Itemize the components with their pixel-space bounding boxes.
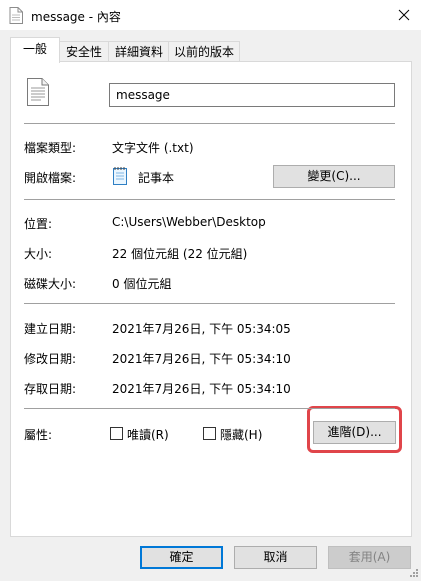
hidden-label[interactable]: 隱藏(H)	[220, 426, 262, 443]
location-label: 位置:	[24, 217, 53, 231]
general-panel	[10, 61, 412, 537]
tab-label: 安全性	[65, 45, 102, 59]
resize-grip[interactable]	[408, 567, 419, 581]
location-value: C:\Users\Webber\Desktop	[112, 215, 266, 229]
file-type-label: 檔案類型:	[24, 141, 77, 155]
hidden-checkbox[interactable]	[203, 427, 216, 440]
opens-with-label: 開啟檔案:	[24, 171, 77, 185]
disk-size-value: 0 個位元組	[112, 277, 172, 291]
file-icon	[9, 7, 23, 27]
tab-security[interactable]: 安全性	[58, 41, 110, 62]
window-title: message - 內容	[31, 10, 121, 24]
size-value: 22 個位元組 (22 位元組)	[112, 247, 248, 261]
tab-details[interactable]: 詳細資料	[108, 41, 170, 62]
notepad-icon	[111, 166, 129, 189]
modified-label: 修改日期:	[24, 352, 77, 366]
readonly-label[interactable]: 唯讀(R)	[127, 426, 169, 443]
tab-label: 詳細資料	[114, 45, 163, 59]
cancel-button[interactable]: 取消	[234, 546, 317, 569]
divider	[24, 199, 395, 200]
file-name-input[interactable]	[109, 83, 395, 107]
opens-with-value: 記事本	[138, 171, 175, 185]
disk-size-label: 磁碟大小:	[24, 277, 77, 291]
created-label: 建立日期:	[24, 322, 77, 336]
created-value: 2021年7月26日, 下午 05:34:05	[112, 322, 291, 336]
close-icon	[398, 9, 410, 21]
accessed-value: 2021年7月26日, 下午 05:34:10	[112, 382, 291, 396]
tab-label: 以前的版本	[173, 45, 234, 59]
divider	[24, 303, 395, 304]
modified-value: 2021年7月26日, 下午 05:34:10	[112, 352, 291, 366]
document-icon	[27, 78, 49, 109]
tab-previous-versions[interactable]: 以前的版本	[168, 41, 240, 62]
close-button[interactable]	[394, 6, 414, 24]
apply-button[interactable]: 套用(A)	[328, 546, 411, 569]
divider	[24, 123, 395, 124]
ok-button[interactable]: 確定	[140, 546, 223, 569]
accessed-label: 存取日期:	[24, 382, 77, 396]
tab-general[interactable]: 一般	[10, 37, 60, 63]
readonly-checkbox[interactable]	[110, 427, 123, 440]
size-label: 大小:	[24, 247, 53, 261]
divider	[24, 408, 395, 409]
change-button[interactable]: 變更(C)...	[273, 165, 395, 188]
tab-label: 一般	[22, 42, 47, 56]
file-type-value: 文字文件 (.txt)	[112, 141, 194, 155]
advanced-button[interactable]: 進階(D)...	[313, 421, 396, 444]
attributes-label: 屬性:	[24, 428, 53, 442]
